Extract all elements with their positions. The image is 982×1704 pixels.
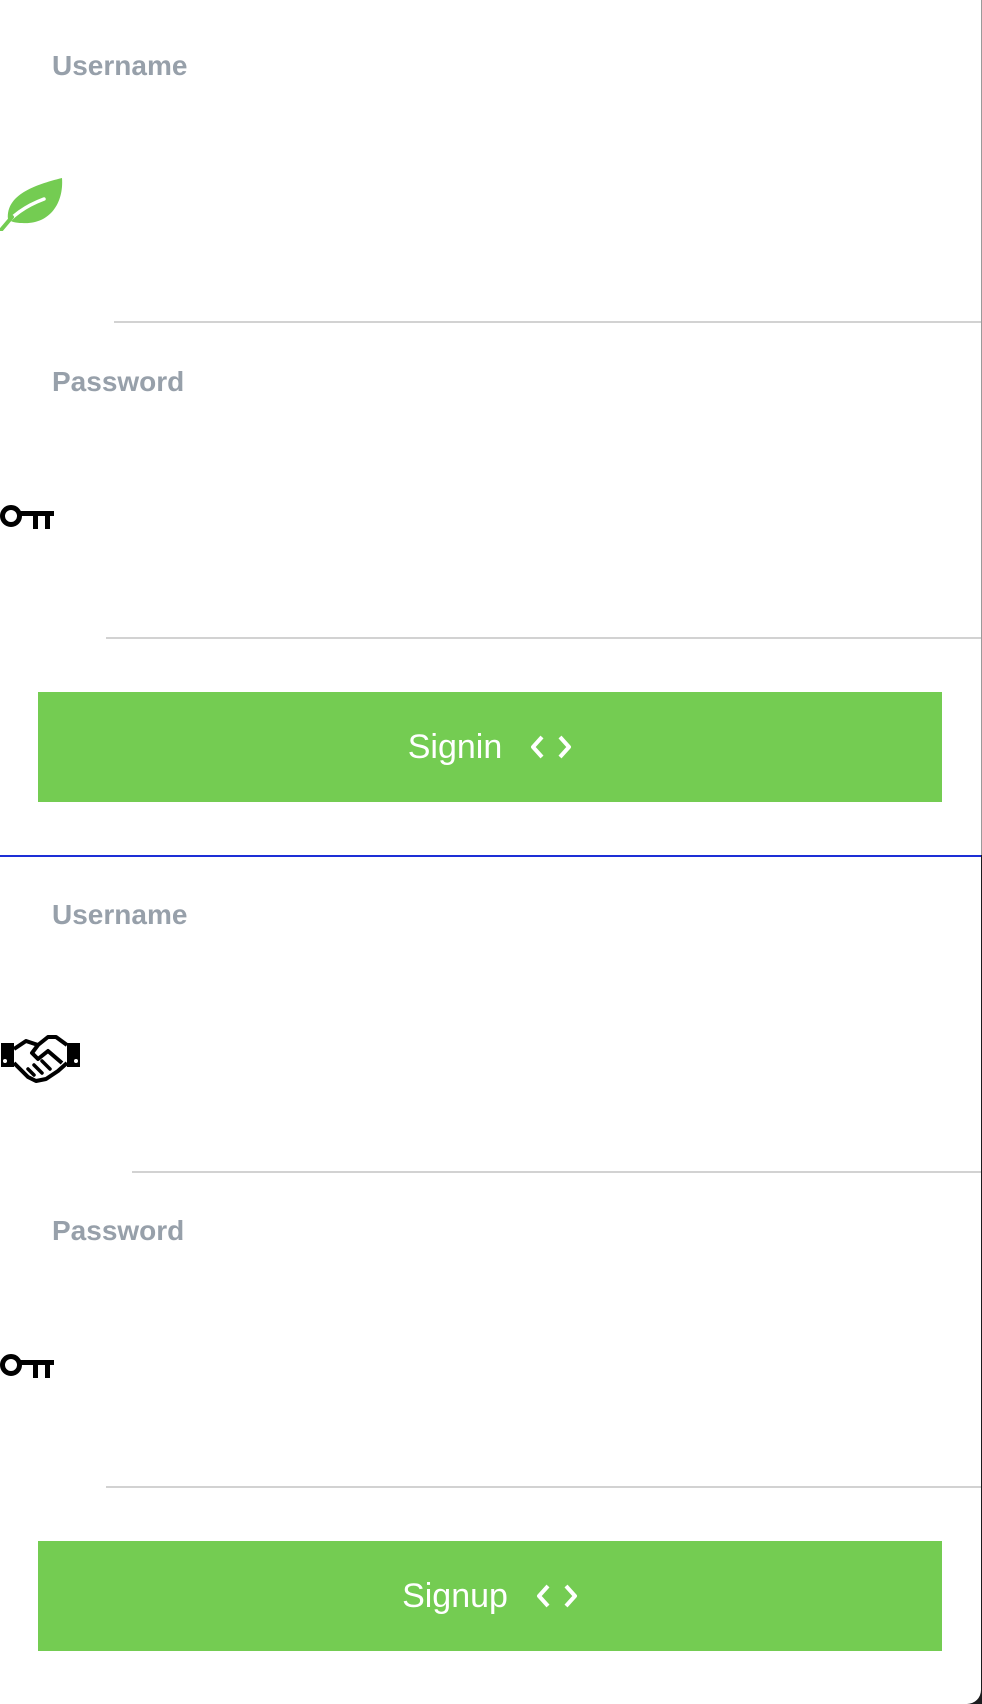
signup-password-underline	[106, 1486, 981, 1488]
signup-form: Username Password Signup	[0, 857, 981, 1704]
signup-password-input[interactable]	[108, 1414, 960, 1476]
signin-form: Username Password Signin	[0, 0, 982, 855]
key-icon	[0, 500, 56, 537]
signup-button[interactable]: Signup	[38, 1541, 942, 1651]
signin-username-underline	[114, 321, 981, 323]
signin-username-label: Username	[52, 50, 188, 81]
signin-password-underline	[106, 637, 981, 639]
signin-button[interactable]: Signin	[38, 692, 942, 802]
key-icon	[0, 1349, 56, 1386]
code-icon	[530, 734, 572, 760]
leaf-icon	[0, 175, 64, 236]
code-icon	[536, 1583, 578, 1609]
signup-username-label: Username	[52, 899, 188, 930]
handshake-icon	[0, 1027, 82, 1090]
signin-password-label: Password	[52, 366, 185, 397]
signup-username-input[interactable]	[134, 1100, 960, 1162]
signin-button-label: Signin	[407, 727, 503, 766]
signin-password-input[interactable]	[108, 565, 960, 627]
signup-username-underline	[132, 1171, 981, 1173]
signup-password-label: Password	[52, 1215, 185, 1246]
signup-button-label: Signup	[402, 1576, 508, 1615]
signin-username-input[interactable]	[116, 250, 960, 312]
